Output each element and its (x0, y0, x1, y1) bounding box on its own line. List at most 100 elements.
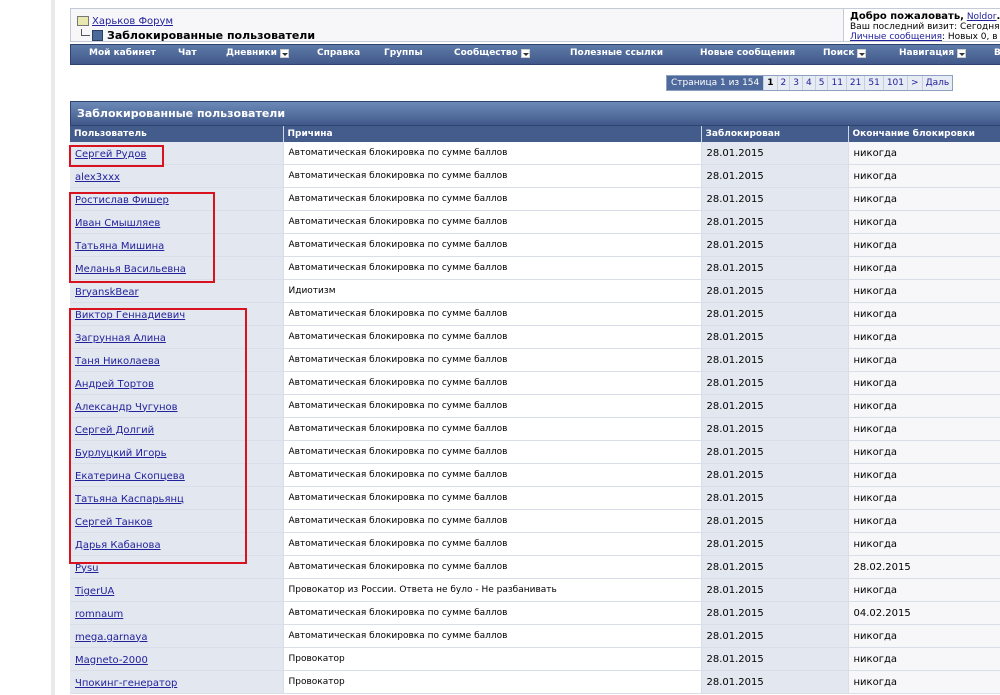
cell-ban-end: никогда (848, 578, 1000, 602)
header-banned-date[interactable]: Заблокирован (701, 126, 849, 142)
cell-reason: Автоматическая блокировка по сумме балло… (283, 233, 702, 257)
dropdown-arrow-icon[interactable] (520, 48, 530, 58)
cell-reason: Автоматическая блокировка по сумме балло… (283, 187, 702, 211)
cell-user: mega.garnaya (70, 624, 284, 648)
cell-ban-end: никогда (848, 187, 1000, 211)
dropdown-arrow-icon[interactable] (857, 48, 867, 58)
breadcrumb-forum-link[interactable]: Харьков Форум (92, 16, 173, 27)
cell-ban-end: никогда (848, 371, 1000, 395)
cell-banned-date: 28.01.2015 (701, 417, 849, 441)
cell-ban-end: никогда (848, 348, 1000, 372)
cell-ban-end: никогда (848, 417, 1000, 441)
cell-banned-date: 28.01.2015 (701, 578, 849, 602)
page-link[interactable]: 11 (827, 76, 845, 90)
header-ban-end[interactable]: Окончание блокировки (848, 126, 1000, 142)
nav-community[interactable]: Сообщество (454, 48, 530, 58)
page-link[interactable]: 4 (802, 76, 815, 90)
table-row: Сергей Рудов Автоматическая блокировка по… (70, 142, 1000, 165)
cell-reason: Автоматическая блокировка по сумме балло… (283, 325, 702, 349)
table-row: Чпокинг-генератор Провокатор 28.01.2015 ник… (70, 670, 1000, 694)
cell-ban-end: никогда (848, 463, 1000, 487)
breadcrumb-box: Харьков Форум Заблокированные пользовате… (70, 8, 1000, 42)
cell-reason: Автоматическая блокировка по сумме балло… (283, 164, 702, 188)
page-link[interactable]: 21 (845, 76, 864, 90)
page-next[interactable]: > (907, 76, 922, 90)
page-link[interactable]: 2 (776, 76, 790, 90)
nav-search[interactable]: Поиск (823, 48, 867, 58)
nav-diaries[interactable]: Дневники (226, 48, 289, 58)
cell-banned-date: 28.01.2015 (701, 302, 849, 326)
table-caption: Заблокированные пользователи (70, 101, 1000, 126)
page-link[interactable]: 5 (814, 76, 828, 90)
dropdown-arrow-icon[interactable] (957, 48, 967, 58)
cell-banned-date: 28.01.2015 (701, 394, 849, 418)
user-link[interactable]: alex3xxx (75, 172, 120, 183)
cell-banned-date: 28.01.2015 (701, 624, 849, 648)
nav-help[interactable]: Справка (317, 48, 360, 58)
private-messages-link[interactable]: Личные сообщения (850, 32, 942, 41)
cell-ban-end: никогда (848, 325, 1000, 349)
table-row: mega.garnaya Автоматическая блокировка по… (70, 624, 1000, 648)
cell-banned-date: 28.01.2015 (701, 486, 849, 510)
highlight-box-1 (69, 145, 164, 167)
cell-banned-date: 28.01.2015 (701, 187, 849, 211)
cell-reason: Идиотизм (283, 279, 702, 303)
cell-reason: Автоматическая блокировка по сумме балло… (283, 371, 702, 395)
cell-banned-date: 28.01.2015 (701, 647, 849, 671)
cell-reason: Провокатор (283, 647, 702, 671)
cell-banned-date: 28.01.2015 (701, 463, 849, 487)
cell-banned-date: 28.01.2015 (701, 325, 849, 349)
page-link[interactable]: 101 (882, 76, 907, 90)
cell-user: Чпокинг-генератор (70, 670, 284, 694)
cell-reason: Автоматическая блокировка по сумме балло… (283, 348, 702, 372)
cell-reason: Автоматическая блокировка по сумме балло… (283, 210, 702, 234)
cell-reason: Автоматическая блокировка по сумме балло… (283, 624, 702, 648)
page-link[interactable]: 3 (789, 76, 802, 90)
cell-reason: Автоматическая блокировка по сумме балло… (283, 509, 702, 533)
cell-banned-date: 28.01.2015 (701, 142, 849, 165)
welcome-panel: Добро пожаловать, Noldor. Ваш последний … (843, 9, 1000, 41)
nav-groups[interactable]: Группы (384, 48, 423, 58)
cell-banned-date: 28.01.2015 (701, 279, 849, 303)
left-margin (0, 0, 55, 695)
nav-chat[interactable]: Чат (178, 48, 197, 58)
cell-user: alex3xxx (70, 164, 284, 188)
cell-ban-end: никогда (848, 256, 1000, 280)
cell-ban-end: 28.02.2015 (848, 555, 1000, 579)
cell-reason: Автоматическая блокировка по сумме балло… (283, 417, 702, 441)
cell-ban-end: никогда (848, 394, 1000, 418)
page-link[interactable]: 51 (864, 76, 882, 90)
cell-banned-date: 28.01.2015 (701, 670, 849, 694)
cell-ban-end: никогда (848, 670, 1000, 694)
cell-ban-end: никогда (848, 624, 1000, 648)
nav-my-cabinet[interactable]: Мой кабинет (89, 48, 156, 58)
cell-ban-end: 04.02.2015 (848, 601, 1000, 625)
header-user[interactable]: Пользователь (70, 126, 284, 142)
page-title: Заблокированные пользователи (107, 28, 316, 42)
user-link[interactable]: Magneto-2000 (75, 655, 148, 666)
dropdown-arrow-icon[interactable] (279, 48, 289, 58)
header-reason[interactable]: Причина (283, 126, 702, 142)
user-link[interactable]: BryanskBear (75, 287, 139, 298)
user-link[interactable]: Чпокинг-генератор (75, 678, 177, 689)
cell-ban-end: никогда (848, 302, 1000, 326)
nav-new-posts[interactable]: Новые сообщения (700, 48, 795, 58)
cell-banned-date: 28.01.2015 (701, 233, 849, 257)
user-link[interactable]: mega.garnaya (75, 632, 147, 643)
nav-useful-links[interactable]: Полезные ссылки (570, 48, 663, 58)
user-link[interactable]: TigerUA (75, 586, 114, 597)
cell-reason: Автоматическая блокировка по сумме балло… (283, 463, 702, 487)
cell-banned-date: 28.01.2015 (701, 164, 849, 188)
last-visit-text: Ваш последний визит: Сегодня (850, 22, 1000, 32)
navbar: Мой кабинет Чат Дневники Справка Группы … (70, 44, 1000, 65)
cell-reason: Автоматическая блокировка по сумме балло… (283, 142, 702, 165)
cell-banned-date: 28.01.2015 (701, 210, 849, 234)
user-link[interactable]: romnaum (75, 609, 123, 620)
page-further[interactable]: Даль (921, 76, 953, 90)
nav-more[interactable]: В (994, 48, 1000, 58)
username-link[interactable]: Noldor (967, 12, 997, 22)
user-link[interactable]: Pysu (75, 563, 99, 574)
nav-navigation[interactable]: Навигация (899, 48, 967, 58)
cell-banned-date: 28.01.2015 (701, 371, 849, 395)
cell-ban-end: никогда (848, 164, 1000, 188)
